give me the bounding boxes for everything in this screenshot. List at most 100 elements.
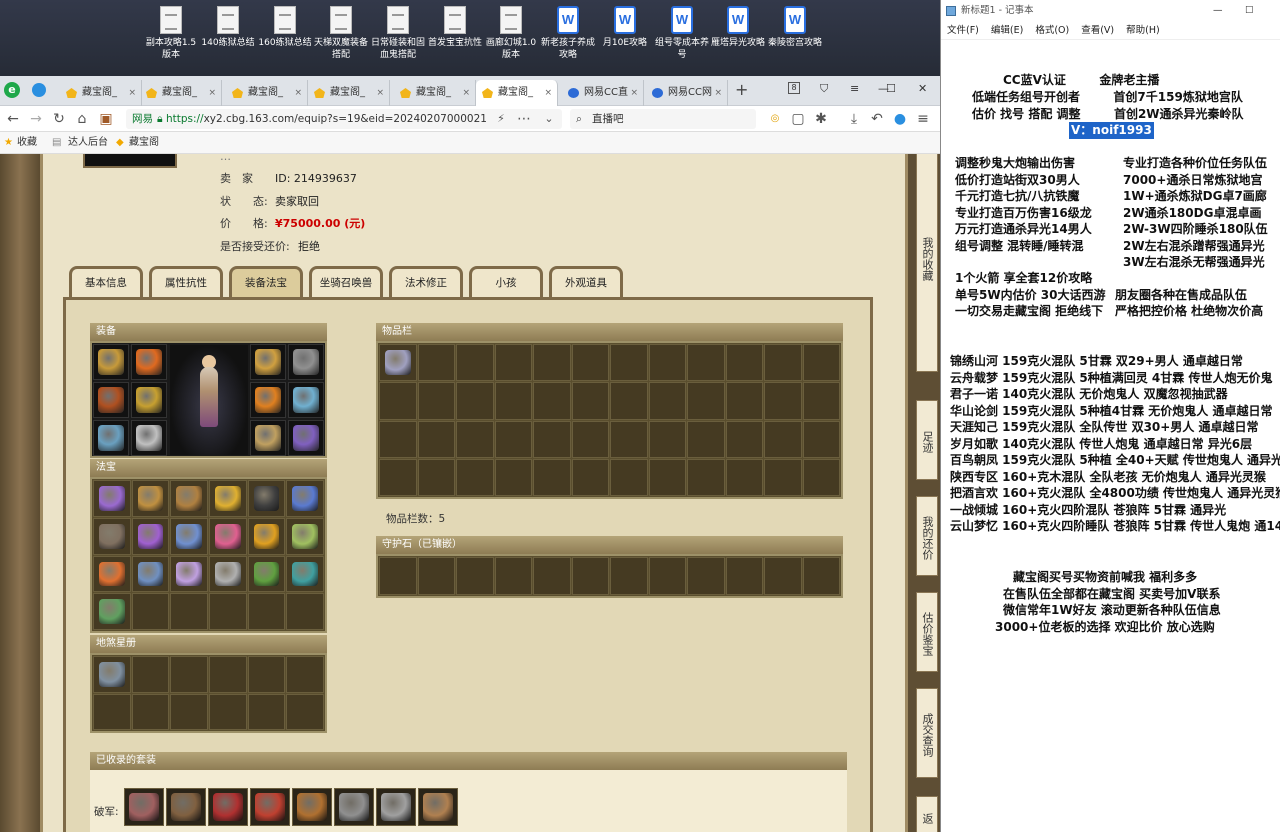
fabao-slot[interactable] (286, 517, 324, 555)
notepad-menu-item[interactable]: 编辑(E) (991, 25, 1023, 36)
fabao-slot[interactable] (286, 480, 324, 517)
fabao-slot[interactable] (93, 517, 131, 555)
desktop-icon[interactable]: W 月10E攻略 (596, 6, 654, 49)
side-nav-item[interactable]: 我的收藏 (916, 154, 938, 372)
settings-menu-icon[interactable]: ≡ (914, 110, 932, 128)
inventory-slot[interactable] (725, 420, 763, 458)
extension-icon[interactable]: ▣ (97, 110, 115, 128)
dishaxing-slot[interactable] (170, 656, 208, 693)
dishaxing-slot[interactable] (209, 693, 247, 730)
inventory-slot[interactable] (610, 458, 648, 496)
browser-tab[interactable]: 网易CC网 × (646, 80, 728, 106)
inventory-slot[interactable] (687, 382, 725, 420)
guardian-slot[interactable] (379, 557, 417, 595)
inventory-slot[interactable] (379, 344, 417, 382)
fabao-slot[interactable] (209, 555, 247, 593)
equip-slot[interactable] (131, 344, 167, 380)
tab-close-icon[interactable]: × (128, 80, 136, 106)
forward-icon[interactable]: → (27, 110, 45, 128)
game-tab[interactable]: 小孩 (469, 266, 543, 298)
browser-tab[interactable]: 藏宝阁_ × (226, 80, 308, 106)
browser-tab[interactable]: 网易CC直 × (562, 80, 644, 106)
inventory-slot[interactable] (610, 344, 648, 382)
fabao-slot[interactable] (247, 517, 286, 555)
equip-slot[interactable] (93, 382, 129, 418)
inventory-slot[interactable] (648, 382, 686, 420)
reload-icon[interactable]: ↻ (50, 110, 68, 128)
inventory-slot[interactable] (533, 344, 571, 382)
guardian-slot[interactable] (456, 557, 494, 595)
desktop-icon[interactable]: 天梯双魔装备搭配 (312, 6, 370, 61)
inventory-slot[interactable] (533, 420, 571, 458)
menu-icon[interactable]: ≡ (850, 82, 859, 95)
fabao-slot[interactable] (209, 480, 247, 517)
equip-slot[interactable] (250, 382, 286, 418)
guardian-slot[interactable] (764, 557, 802, 595)
fabao-slot[interactable] (93, 555, 131, 593)
home-icon[interactable]: ⌂ (73, 110, 91, 128)
browser-tab[interactable]: 藏宝阁_ × (140, 80, 222, 106)
notepad-menu-item[interactable]: 查看(V) (1081, 25, 1114, 36)
puzzle-icon[interactable]: ✱ (812, 110, 830, 128)
guardian-slot[interactable] (648, 557, 686, 595)
inventory-slot[interactable] (417, 382, 455, 420)
equip-slot[interactable] (131, 420, 167, 456)
fabao-slot[interactable] (131, 555, 170, 593)
notepad-menu-item[interactable]: 格式(O) (1035, 25, 1069, 36)
suit-item[interactable] (166, 788, 206, 826)
equip-slot[interactable] (288, 344, 324, 380)
inventory-slot[interactable] (648, 458, 686, 496)
tab-close-icon[interactable]: × (714, 80, 722, 106)
inventory-slot[interactable] (610, 420, 648, 458)
dishaxing-slot[interactable] (209, 656, 247, 693)
inventory-slot[interactable] (456, 382, 494, 420)
screenshot-icon[interactable]: ▢ (789, 110, 807, 128)
suit-item[interactable] (250, 788, 290, 826)
game-tab[interactable]: 法术修正 (389, 266, 463, 298)
desktop-icon[interactable]: 副本攻略1.5版本 (142, 6, 200, 61)
inventory-slot[interactable] (687, 458, 725, 496)
game-tab[interactable]: 属性抗性 (149, 266, 223, 298)
desktop-icon[interactable]: 首发宝宝抗性 (426, 6, 484, 49)
telegram-icon[interactable] (32, 83, 46, 97)
fabao-slot[interactable] (286, 555, 324, 593)
tab-close-icon[interactable]: × (462, 80, 470, 106)
desktop-icon[interactable]: W 组号零成本养号 (653, 6, 711, 61)
inventory-slot[interactable] (802, 458, 840, 496)
equip-slot[interactable] (288, 382, 324, 418)
close-button[interactable]: ✕ (918, 82, 927, 95)
inventory-slot[interactable] (648, 344, 686, 382)
inventory-slot[interactable] (725, 458, 763, 496)
desktop-icon[interactable]: 140练狱总结 (199, 6, 257, 49)
inventory-slot[interactable] (417, 344, 455, 382)
inventory-slot[interactable] (456, 458, 494, 496)
bookmark-creator[interactable]: 达人后台 (68, 132, 108, 154)
browser-logo-icon[interactable]: e (4, 82, 20, 98)
inventory-slot[interactable] (648, 420, 686, 458)
fabao-slot[interactable] (247, 593, 286, 630)
fabao-slot[interactable] (170, 480, 208, 517)
inventory-slot[interactable] (725, 344, 763, 382)
fabao-slot[interactable] (209, 593, 247, 630)
inventory-slot[interactable] (802, 382, 840, 420)
fabao-slot[interactable] (286, 593, 324, 630)
notepad-minimize[interactable]: — (1213, 0, 1223, 22)
equip-slot[interactable] (250, 344, 286, 380)
tab-close-icon[interactable]: × (544, 80, 552, 106)
fabao-slot[interactable] (131, 517, 170, 555)
dishaxing-slot[interactable] (131, 656, 170, 693)
inventory-slot[interactable] (379, 382, 417, 420)
bookmark-favorites[interactable]: 收藏 (17, 132, 37, 154)
browser-tab[interactable]: 藏宝阁_ × (476, 80, 558, 106)
desktop-icon[interactable]: 画廊幻城1.0版本 (482, 6, 540, 61)
guardian-slot[interactable] (533, 557, 571, 595)
game-tab[interactable]: 外观道具 (549, 266, 623, 298)
inventory-slot[interactable] (456, 420, 494, 458)
inventory-slot[interactable] (417, 458, 455, 496)
undo-icon[interactable]: ↶ (868, 110, 886, 128)
inventory-slot[interactable] (725, 382, 763, 420)
fabao-slot[interactable] (170, 593, 208, 630)
equip-slot[interactable] (131, 382, 167, 418)
bookmark-cbg[interactable]: 藏宝阁 (129, 132, 159, 154)
inventory-slot[interactable] (379, 420, 417, 458)
